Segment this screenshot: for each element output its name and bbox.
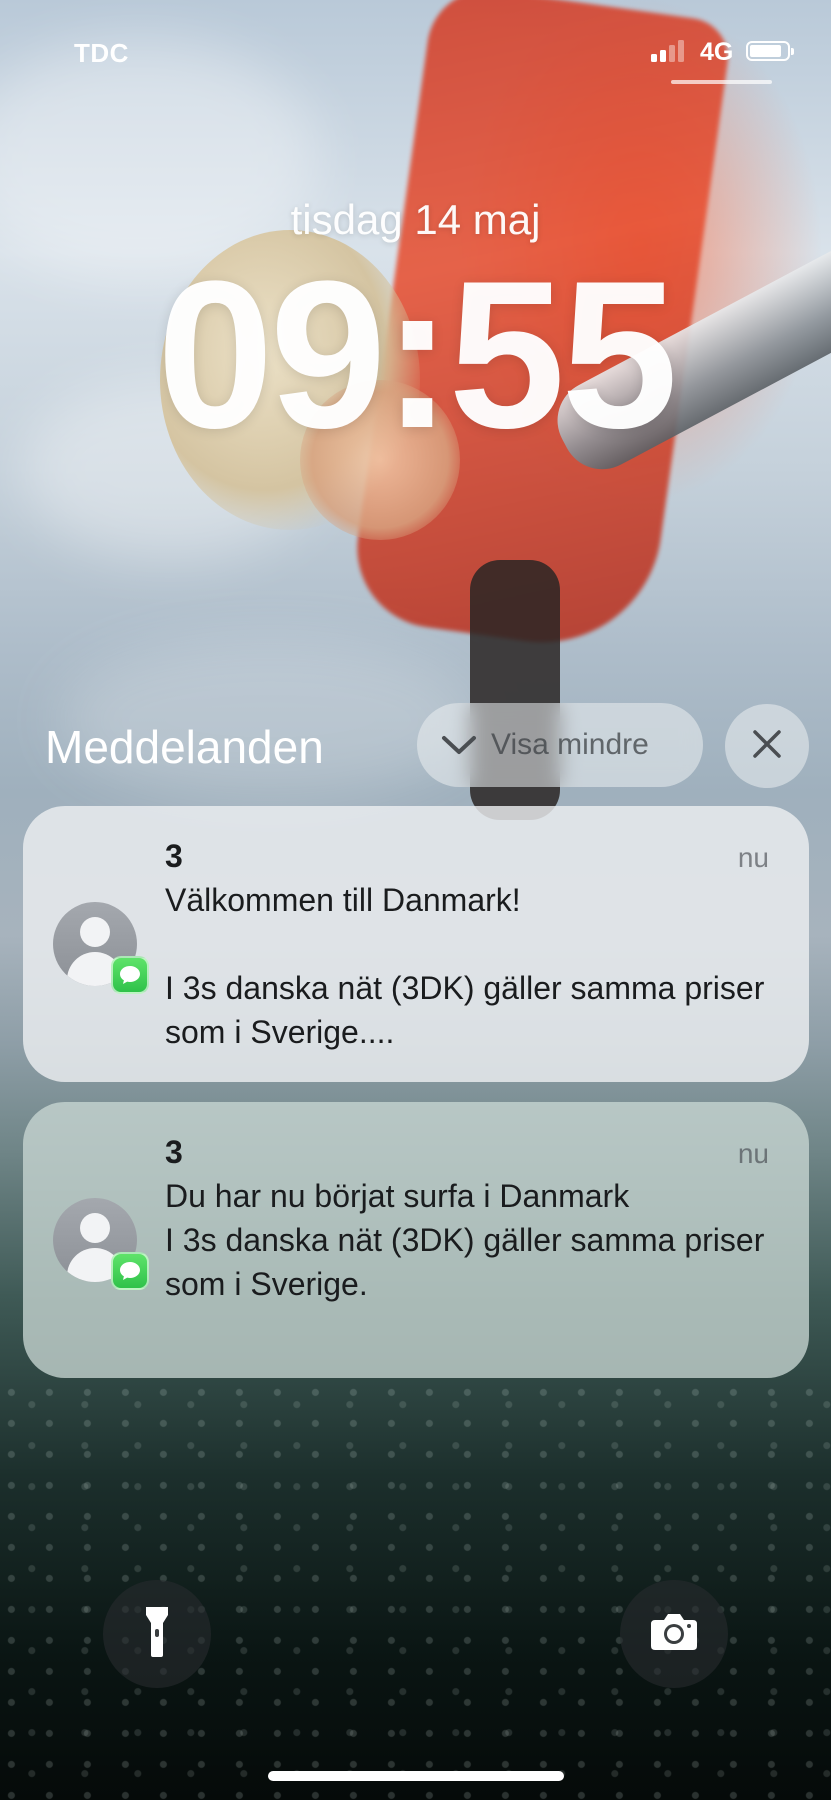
notification-time: nu (737, 842, 769, 873)
notification-card[interactable]: 3 nu Du har nu börjat surfa i Danmark I … (23, 1102, 809, 1378)
notification-sender: 3 (165, 838, 183, 874)
lock-screen-clock[interactable]: 09:55 (0, 250, 831, 460)
flashlight-icon (144, 1605, 170, 1664)
notification-message: Du har nu börjat surfa i Danmark I 3s da… (165, 1178, 765, 1302)
show-less-label: Visa mindre (491, 728, 649, 761)
network-type: 4G (700, 38, 734, 66)
close-icon (752, 729, 782, 764)
notification-sender: 3 (165, 1134, 183, 1170)
show-less-button[interactable]: Visa mindre (417, 703, 703, 787)
messages-icon (111, 956, 149, 994)
clear-notifications-button[interactable] (725, 704, 809, 788)
messages-icon (111, 1252, 149, 1290)
home-indicator[interactable] (268, 1771, 564, 1781)
battery-icon (746, 41, 794, 61)
camera-button[interactable] (620, 1580, 728, 1688)
notifications-title: Meddelanden (45, 721, 324, 773)
cellular-signal-icon (651, 40, 684, 62)
carrier-name: TDC (74, 38, 129, 68)
chevron-down-icon (439, 725, 479, 765)
notification-message: Välkommen till Danmark! I 3s danska nät … (165, 882, 765, 1050)
camera-icon (649, 1612, 699, 1657)
status-bar: TDC 4G (0, 0, 831, 104)
control-center-indicator[interactable] (671, 80, 772, 84)
notification-time: nu (737, 1138, 769, 1169)
flashlight-button[interactable] (103, 1580, 211, 1688)
notification-card[interactable]: 3 nu Välkommen till Danmark! I 3s danska… (23, 806, 809, 1082)
